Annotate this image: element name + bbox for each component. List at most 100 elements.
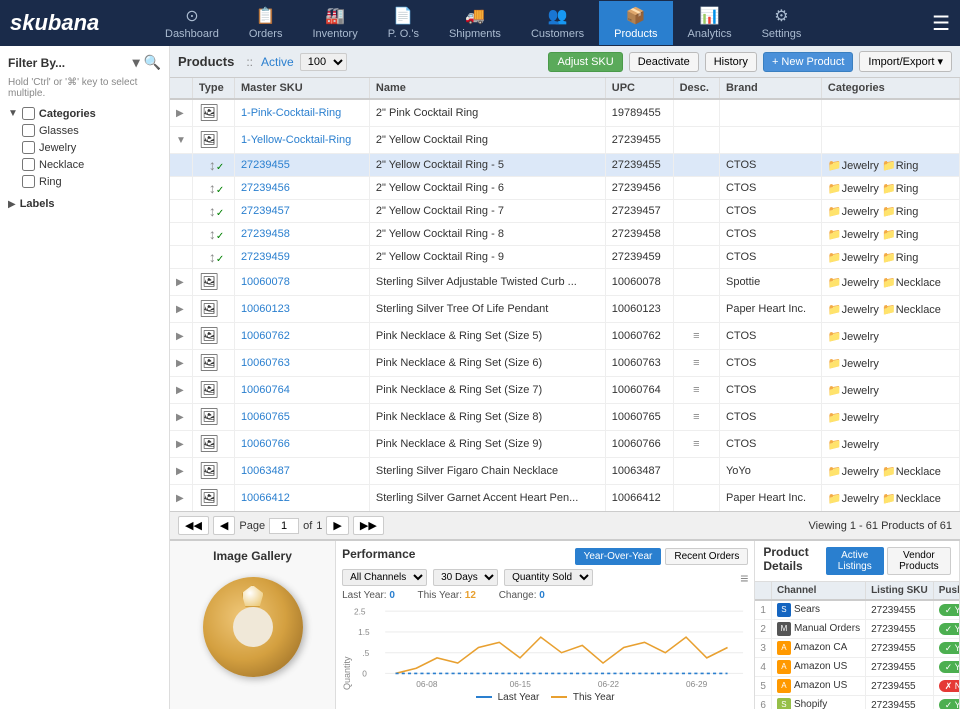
tab-active-listings[interactable]: Active Listings	[826, 547, 884, 575]
nav-item-dashboard[interactable]: ⊙ Dashboard	[150, 1, 234, 45]
sidebar-item-categories[interactable]: ▼ Categories	[8, 105, 161, 122]
expand-cell[interactable]: ▶	[170, 431, 192, 458]
push-toggle-yes[interactable]: ✓ Yes	[939, 661, 959, 673]
sidebar-item-jewelry[interactable]: Jewelry	[22, 139, 161, 156]
tab-vendor-products[interactable]: Vendor Products	[887, 547, 951, 575]
tab-year-over-year[interactable]: Year-Over-Year	[575, 548, 662, 565]
chart-menu-icon[interactable]: ≡	[740, 570, 748, 586]
expand-arrow-icon[interactable]: ▶	[176, 358, 184, 369]
col-upc[interactable]: UPC	[605, 78, 673, 99]
channel-select[interactable]: All Channels	[342, 569, 427, 586]
nav-item-inventory[interactable]: 🏭 Inventory	[297, 1, 372, 45]
glasses-checkbox[interactable]	[22, 124, 35, 137]
sku-link[interactable]: 27239458	[241, 228, 290, 240]
expand-arrow-icon[interactable]: ▶	[176, 304, 184, 315]
sku-link[interactable]: 10066412	[241, 492, 290, 504]
detail-push-cell[interactable]: ✓ Yes	[933, 620, 959, 639]
sku-link[interactable]: 10063487	[241, 465, 290, 477]
sku-cell[interactable]: 10060766	[234, 431, 369, 458]
col-sku[interactable]: Master SKU	[234, 78, 369, 99]
detail-push-cell[interactable]: ✓ Yes	[933, 696, 959, 709]
filter-icons[interactable]: ▾ 🔍	[133, 54, 161, 71]
sku-link[interactable]: 10060763	[241, 357, 290, 369]
ring-checkbox[interactable]	[22, 175, 35, 188]
sku-cell[interactable]: 10060763	[234, 350, 369, 377]
new-product-button[interactable]: + New Product	[763, 52, 853, 72]
sku-link[interactable]: 10060762	[241, 330, 290, 342]
sidebar-item-ring[interactable]: Ring	[22, 173, 161, 190]
push-toggle-yes[interactable]: ✓ Yes	[939, 623, 959, 635]
sku-link[interactable]: 10060766	[241, 438, 290, 450]
col-name[interactable]: Name	[369, 78, 605, 99]
necklace-checkbox[interactable]	[22, 158, 35, 171]
sku-cell[interactable]: 27239457	[234, 200, 369, 223]
push-toggle-yes[interactable]: ✓ Yes	[939, 699, 959, 709]
expand-cell[interactable]: ▶	[170, 485, 192, 512]
sku-cell[interactable]: 27239458	[234, 223, 369, 246]
categories-checkbox[interactable]	[22, 107, 35, 120]
tab-recent-orders[interactable]: Recent Orders	[665, 548, 748, 565]
page-size-select[interactable]: 2550100	[300, 53, 347, 71]
nav-item-orders[interactable]: 📋 Orders	[234, 1, 298, 45]
col-brand[interactable]: Brand	[719, 78, 821, 99]
expand-cell[interactable]: ▶	[170, 458, 192, 485]
sku-link[interactable]: 10060765	[241, 411, 290, 423]
expand-cell[interactable]: ▶	[170, 323, 192, 350]
sidebar-item-labels[interactable]: ▶ Labels	[8, 196, 161, 212]
expand-arrow-icon[interactable]: ▶	[176, 466, 184, 477]
sidebar-item-necklace[interactable]: Necklace	[22, 156, 161, 173]
push-toggle-no[interactable]: ✗ No	[939, 680, 959, 692]
expand-cell[interactable]: ▶	[170, 269, 192, 296]
sku-link[interactable]: 10060078	[241, 276, 290, 288]
next-page-button[interactable]: ▶▶	[353, 516, 384, 535]
page-number-input[interactable]	[269, 518, 299, 534]
sku-cell[interactable]: 27239459	[234, 246, 369, 269]
col-type[interactable]: Type	[192, 78, 234, 99]
sku-link[interactable]: 1-Pink-Cocktail-Ring	[241, 107, 341, 119]
nav-item-analytics[interactable]: 📊 Analytics	[673, 1, 747, 45]
sku-cell[interactable]: 10060764	[234, 377, 369, 404]
sku-cell[interactable]: 27239456	[234, 177, 369, 200]
detail-push-cell[interactable]: ✓ Yes	[933, 658, 959, 677]
sku-cell[interactable]: 10060765	[234, 404, 369, 431]
push-toggle-yes[interactable]: ✓ Yes	[939, 642, 959, 654]
nav-item-shipments[interactable]: 🚚 Shipments	[434, 1, 516, 45]
detail-push-cell[interactable]: ✓ Yes	[933, 600, 959, 620]
sku-cell[interactable]: 10060123	[234, 296, 369, 323]
sku-cell[interactable]: 1-Pink-Cocktail-Ring	[234, 99, 369, 127]
metric-select[interactable]: Quantity Sold	[504, 569, 593, 586]
expand-arrow-icon[interactable]: ▶	[176, 412, 184, 423]
expand-cell[interactable]: ▼	[170, 127, 192, 154]
detail-push-cell[interactable]: ✗ No	[933, 677, 959, 696]
expand-arrow-icon[interactable]: ▶	[176, 385, 184, 396]
nav-item-customers[interactable]: 👥 Customers	[516, 1, 599, 45]
sku-link[interactable]: 27239455	[241, 159, 290, 171]
sku-link[interactable]: 10060764	[241, 384, 290, 396]
expand-cell[interactable]: ▶	[170, 377, 192, 404]
expand-arrow-icon[interactable]: ▶	[176, 493, 184, 504]
expand-cell[interactable]: ▶	[170, 350, 192, 377]
expand-arrow-icon[interactable]: ▶	[176, 439, 184, 450]
expand-cell[interactable]: ▶	[170, 296, 192, 323]
prev-page-step-button[interactable]: ◀	[213, 516, 235, 535]
sku-cell[interactable]: 1-Yellow-Cocktail-Ring	[234, 127, 369, 154]
sidebar-item-glasses[interactable]: Glasses	[22, 122, 161, 139]
expand-cell[interactable]: ▶	[170, 404, 192, 431]
sku-link[interactable]: 10060123	[241, 303, 290, 315]
next-page-step-button[interactable]: ▶	[326, 516, 348, 535]
sku-cell[interactable]: 10060762	[234, 323, 369, 350]
sku-cell[interactable]: 10063487	[234, 458, 369, 485]
deactivate-button[interactable]: Deactivate	[629, 52, 699, 72]
nav-item-products[interactable]: 📦 Products	[599, 1, 672, 45]
sku-cell[interactable]: 10066412	[234, 485, 369, 512]
col-desc[interactable]: Desc.	[673, 78, 719, 99]
adjust-sku-button[interactable]: Adjust SKU	[548, 52, 622, 72]
sku-link[interactable]: 27239459	[241, 251, 290, 263]
expand-arrow-icon[interactable]: ▼	[176, 135, 186, 146]
sku-cell[interactable]: 27239455	[234, 154, 369, 177]
nav-item-po[interactable]: 📄 P. O.'s	[373, 1, 434, 45]
sku-link[interactable]: 27239457	[241, 205, 290, 217]
history-button[interactable]: History	[705, 52, 757, 72]
prev-page-button[interactable]: ◀◀	[178, 516, 209, 535]
sku-link[interactable]: 1-Yellow-Cocktail-Ring	[241, 134, 351, 146]
